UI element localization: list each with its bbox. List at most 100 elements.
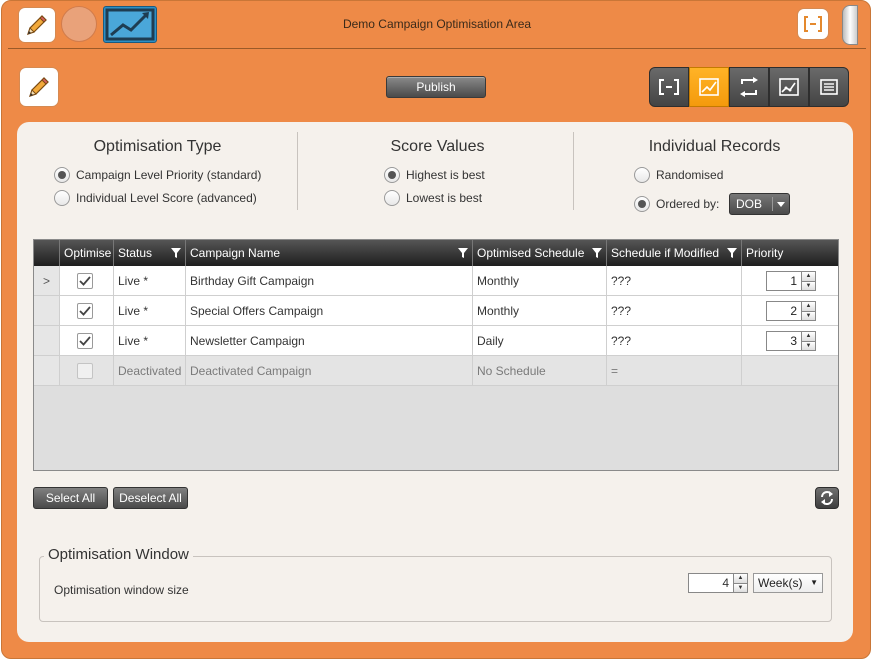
priority-stepper[interactable]: 1 ▲ ▼ [766,271,816,291]
stepper-down-icon[interactable]: ▼ [802,341,815,350]
stepper-down-icon[interactable]: ▼ [734,583,747,592]
priority-cell [742,356,838,386]
row-selector[interactable] [34,296,60,326]
status-cell: Live * [114,296,186,326]
radio-label: Highest is best [406,168,485,182]
column-header-selector [34,240,60,266]
column-header-optimise[interactable]: Optimise [60,240,114,266]
radio-campaign-level[interactable]: Campaign Level Priority (standard) [54,167,261,183]
chevron-down-icon: ▼ [810,578,818,587]
trend-chart-icon [699,78,719,96]
stepper-up-icon[interactable]: ▲ [802,332,815,342]
campaign-name-cell: Deactivated Campaign [186,356,473,386]
modified-schedule-cell: ??? [607,326,742,356]
priority-stepper[interactable]: 3 ▲ ▼ [766,331,816,351]
modified-schedule-cell: = [607,356,742,386]
publish-button[interactable]: Publish [386,76,486,98]
optimise-cell [60,296,114,326]
checkmark-icon [79,276,91,286]
grid-header: Optimise Status Campaign Name Optimised … [34,240,838,266]
schedule-cell: Monthly [473,266,607,296]
priority-value[interactable]: 3 [766,331,802,351]
status-cell: Live * [114,326,186,356]
stepper-up-icon[interactable]: ▲ [802,302,815,312]
column-header-campaign-name[interactable]: Campaign Name [186,240,473,266]
loop-icon [740,77,758,97]
edit-campaign-button[interactable] [19,67,59,107]
row-selector[interactable] [34,356,60,386]
schedule-cell: Daily [473,326,607,356]
refresh-button[interactable] [815,487,839,509]
stepper-down-icon[interactable]: ▼ [802,281,815,290]
view-bracket-button[interactable] [649,67,689,107]
order-by-value: DOB [736,197,763,211]
window-unit-select[interactable]: Week(s) ▼ [753,573,823,593]
score-values-title: Score Values [390,138,485,155]
radio-label: Campaign Level Priority (standard) [76,168,262,182]
checkmark-icon [79,306,91,316]
radio-lowest-best[interactable]: Lowest is best [384,190,482,206]
radio-button[interactable] [54,190,70,206]
priority-value[interactable]: 1 [766,271,802,291]
row-selector[interactable]: > [34,266,60,296]
radio-button[interactable] [384,167,400,183]
radio-button[interactable] [384,190,400,206]
row-selector[interactable] [34,326,60,356]
optimise-cell [60,266,114,296]
stepper-up-icon[interactable]: ▲ [802,272,815,282]
optimise-cell [60,356,114,386]
campaign-grid: Optimise Status Campaign Name Optimised … [33,239,839,471]
window-size-value[interactable]: 4 [688,573,734,593]
view-list-button[interactable] [809,67,849,107]
stepper-up-icon[interactable]: ▲ [734,574,747,584]
window-title: Demo Campaign Optimisation Area [342,17,532,31]
column-header-priority[interactable]: Priority [742,240,838,266]
line-graph-icon [779,78,799,96]
modified-schedule-cell: ??? [607,266,742,296]
column-label: Schedule if Modified [611,246,720,260]
side-panel-tab[interactable] [842,5,858,45]
optimise-checkbox[interactable] [77,273,93,289]
column-label: Campaign Name [190,246,281,260]
radio-button[interactable] [634,196,650,212]
column-header-status[interactable]: Status [114,240,186,266]
window-size-stepper[interactable]: 4 ▲ ▼ [688,573,748,593]
table-row[interactable]: Live * Special Offers Campaign Monthly ?… [34,296,838,326]
radio-button[interactable] [54,167,70,183]
deselect-all-button[interactable]: Deselect All [113,487,188,509]
table-row[interactable]: > Live * Birthday Gift Campaign Monthly … [34,266,838,296]
stepper-down-icon[interactable]: ▼ [802,311,815,320]
filter-icon[interactable] [592,248,602,258]
individual-records-title: Individual Records [648,138,781,155]
view-optimise-button[interactable] [689,67,729,107]
priority-value[interactable]: 2 [766,301,802,321]
radio-randomised[interactable]: Randomised [634,167,723,183]
optimise-checkbox[interactable] [77,303,93,319]
view-graph-button[interactable] [769,67,809,107]
filter-icon[interactable] [458,248,468,258]
optimise-checkbox [77,363,93,379]
table-row[interactable]: Live * Newsletter Campaign Daily ??? 3 ▲… [34,326,838,356]
collapse-view-button[interactable] [797,8,829,40]
filter-icon[interactable] [727,248,737,258]
priority-stepper[interactable]: 2 ▲ ▼ [766,301,816,321]
pencil-icon [29,77,49,97]
filter-icon[interactable] [171,248,181,258]
campaign-name-cell: Newsletter Campaign [186,326,473,356]
order-by-dropdown[interactable]: DOB [729,193,790,215]
column-header-optimised-schedule[interactable]: Optimised Schedule [473,240,607,266]
table-row[interactable]: Deactivated Deactivated Campaign No Sche… [34,356,838,386]
select-all-button[interactable]: Select All [33,487,108,509]
radio-label: Randomised [656,168,724,182]
radio-ordered-by[interactable]: Ordered by: [634,196,719,212]
bracket-icon [804,16,822,32]
radio-button[interactable] [634,167,650,183]
priority-cell: 2 ▲ ▼ [742,296,838,326]
radio-highest-best[interactable]: Highest is best [384,167,485,183]
optimise-checkbox[interactable] [77,333,93,349]
top-bar: Demo Campaign Optimisation Area [2,1,872,48]
radio-label: Lowest is best [406,191,483,205]
radio-individual-level[interactable]: Individual Level Score (advanced) [54,190,257,206]
view-loop-button[interactable] [729,67,769,107]
column-header-schedule-if-modified[interactable]: Schedule if Modified [607,240,742,266]
